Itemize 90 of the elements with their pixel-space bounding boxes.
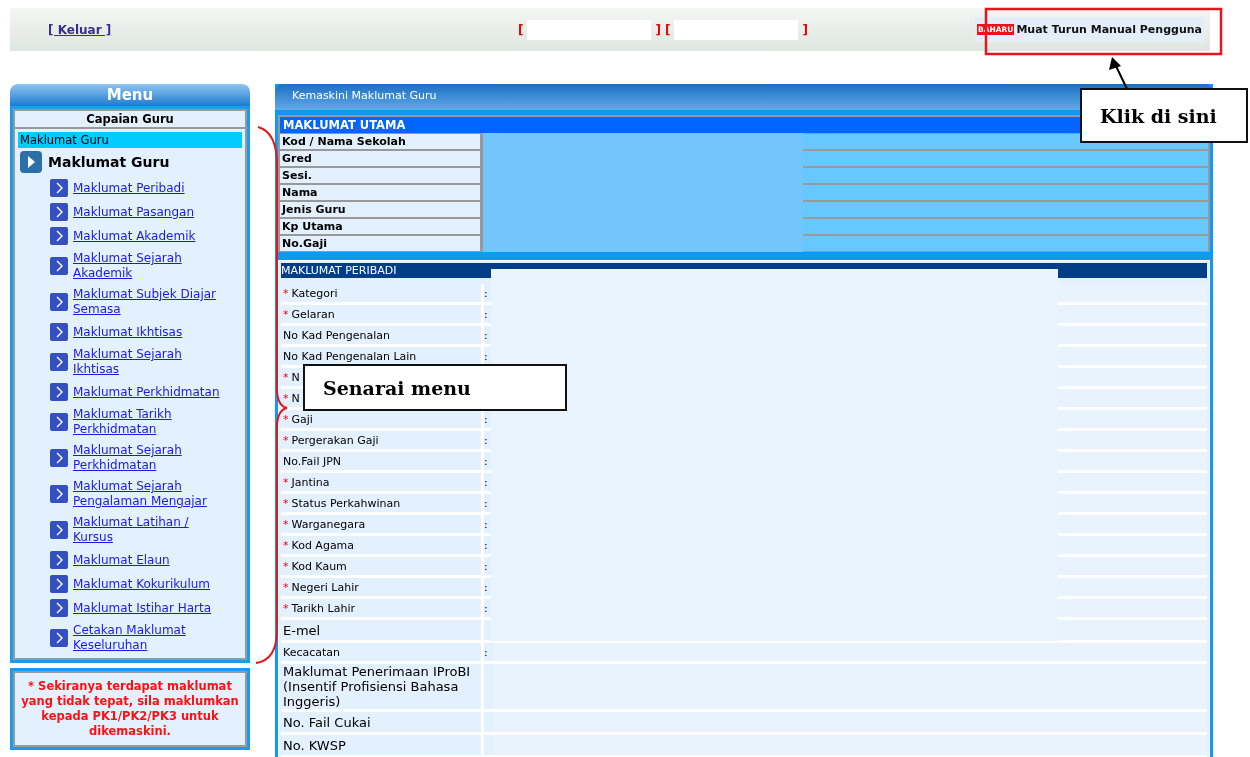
chevron-icon xyxy=(50,629,68,647)
chevron-icon xyxy=(50,179,68,197)
field-label: No.Gaji xyxy=(280,236,480,251)
colon-text: : xyxy=(484,349,488,363)
field-label: Maklumat Penerimaan IProBI (Insentif Profisiensi Bahasa Inggeris) xyxy=(283,664,472,709)
menu-link[interactable]: Maklumat Sejarah Akademik xyxy=(73,251,223,281)
chevron-icon xyxy=(50,575,68,593)
field-label: * N xyxy=(283,390,300,406)
menu-link[interactable]: Maklumat Sejarah Ikhtisas xyxy=(73,347,223,377)
field-label: * Kod Agama xyxy=(283,537,355,553)
pointer-arrow xyxy=(1109,57,1128,90)
field-label: * Negeri Lahir xyxy=(283,579,359,595)
menu-link[interactable]: Maklumat Sejarah Perkhidmatan xyxy=(73,443,223,473)
colon-text: : xyxy=(484,433,488,447)
menu-link[interactable]: Maklumat Istihar Harta xyxy=(73,600,223,616)
field-label: No Kad Pengenalan xyxy=(283,327,390,343)
menu-link[interactable]: Maklumat Perkhidmatan xyxy=(73,384,223,400)
colon-text: : xyxy=(484,645,488,659)
menu-link[interactable]: Maklumat Elaun xyxy=(73,552,223,568)
menu-link[interactable]: Maklumat Peribadi xyxy=(73,180,223,196)
chevron-icon xyxy=(50,383,68,401)
field-label: Jenis Guru xyxy=(280,202,480,217)
field-label: * Status Perkahwinan xyxy=(283,495,401,511)
field-label: Kod / Nama Sekolah xyxy=(280,134,480,149)
field-label: * Gaji xyxy=(283,411,313,427)
colon-text: : xyxy=(484,286,488,300)
field-label: * Jantina xyxy=(283,474,330,490)
chevron-icon xyxy=(50,413,68,431)
menu-link[interactable]: Maklumat Ikhtisas xyxy=(73,324,223,340)
menu-link[interactable]: Maklumat Kokurikulum xyxy=(73,576,223,592)
section-heading: MAKLUMAT PERIBADI xyxy=(281,263,398,278)
colon-text: : xyxy=(484,517,488,531)
field-label: E-mel xyxy=(283,622,321,638)
field-label: No. KWSP xyxy=(283,737,346,753)
field-label: Kecacatan xyxy=(283,644,341,660)
field-label: Sesi. xyxy=(280,168,480,183)
callout-label: Senarai menu xyxy=(303,364,567,411)
bracket-text: ] xyxy=(802,22,808,37)
bracket-text: ] xyxy=(655,22,661,37)
field-label: Gred xyxy=(280,151,480,166)
field-label: No.Fail JPN xyxy=(283,453,342,469)
colon-text: : xyxy=(484,538,488,552)
section-title: Capaian Guru xyxy=(15,112,245,129)
colon-text: : xyxy=(484,454,488,468)
colon-text: : xyxy=(484,307,488,321)
bracket-text: [ xyxy=(518,22,524,37)
field-label: * Tarikh Lahir xyxy=(283,600,355,616)
callout-label: Klik di sini xyxy=(1080,88,1248,143)
field-label: Kp Utama xyxy=(280,219,480,234)
colon-text: : xyxy=(484,412,488,426)
logout-link[interactable]: [ Keluar ] xyxy=(48,22,518,37)
colon-text: : xyxy=(484,475,488,489)
chevron-icon xyxy=(50,293,68,311)
field-label: No Kad Pengenalan Lain xyxy=(283,348,417,364)
field-label: * Kod Kaum xyxy=(283,558,347,574)
chevron-icon xyxy=(50,323,68,341)
field-label: * Warganegara xyxy=(283,516,366,532)
menu-link[interactable]: Maklumat Sejarah Pengalaman Mengajar xyxy=(73,479,223,509)
bracket-text: [ xyxy=(664,22,671,37)
menu-link[interactable]: Cetakan Maklumat Keseluruhan xyxy=(73,623,223,653)
menu-link[interactable]: Maklumat Akademik xyxy=(73,228,223,244)
play-icon xyxy=(20,151,42,173)
colon-text: : xyxy=(484,580,488,594)
chevron-icon xyxy=(50,449,68,467)
field-label: Nama xyxy=(280,185,480,200)
colon-text: : xyxy=(484,328,488,342)
colon-text: : xyxy=(484,496,488,510)
field-label: * N xyxy=(283,369,300,385)
current-item[interactable]: Maklumat Guru xyxy=(18,132,242,148)
menu-link[interactable]: Maklumat Pasangan xyxy=(73,204,223,220)
menu-header: Menu xyxy=(10,84,250,106)
group-title: Maklumat Guru xyxy=(48,154,170,170)
field-label: * Pergerakan Gaji xyxy=(283,432,379,448)
menu-link[interactable]: Maklumat Subjek Diajar Semasa xyxy=(73,287,223,317)
chevron-icon xyxy=(50,485,68,503)
chevron-icon xyxy=(50,227,68,245)
field-label: No. Fail Cukai xyxy=(283,714,371,730)
chevron-icon xyxy=(50,203,68,221)
menu-link[interactable]: Maklumat Latihan / Kursus xyxy=(73,515,223,545)
field-label: * Gelaran xyxy=(283,306,335,322)
colon-text: : xyxy=(484,601,488,615)
chevron-icon xyxy=(50,257,68,275)
chevron-icon xyxy=(50,521,68,539)
menu-link[interactable]: Maklumat Tarikh Perkhidmatan xyxy=(73,407,223,437)
field-label: * Kategori xyxy=(283,285,338,301)
colon-text: : xyxy=(484,559,488,573)
notice-text: * Sekiranya terdapat maklumat yang tidak tepat, sila maklumkan kepada PK1/PK2/PK3 untuk dikemaskini. xyxy=(20,679,240,739)
chevron-icon xyxy=(50,353,68,371)
chevron-icon xyxy=(50,599,68,617)
chevron-icon xyxy=(50,551,68,569)
